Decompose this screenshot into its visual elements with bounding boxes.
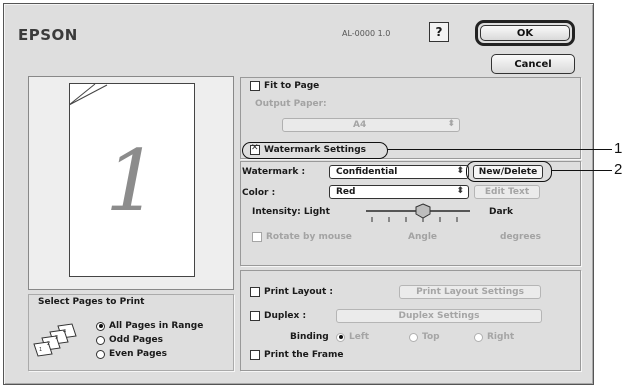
page-preview: 1	[28, 76, 234, 290]
callout-2-number: 2	[614, 161, 623, 178]
intensity-dark-label: Dark	[489, 207, 513, 217]
print-layout-settings-button[interactable]: Print Layout Settings	[399, 285, 541, 299]
print-layout-checkbox[interactable]	[250, 287, 260, 297]
even-pages-radio[interactable]	[96, 349, 105, 359]
slider-thumb[interactable]	[415, 203, 431, 219]
duplex-label: Duplex :	[264, 311, 307, 321]
binding-left-label: Left	[349, 332, 370, 342]
output-paper-label: Output Paper:	[255, 99, 327, 109]
print-frame-option[interactable]: Print the Frame	[250, 350, 343, 360]
callout-1-highlight	[242, 142, 388, 159]
callout-2-leader	[551, 170, 612, 171]
all-pages-radio[interactable]	[96, 321, 105, 331]
print-frame-checkbox[interactable]	[250, 350, 260, 360]
epson-print-dialog: EPSON AL-0000 1.0 ? OK Cancel 1 Fit to P…	[3, 3, 594, 385]
color-label: Color :	[242, 188, 276, 198]
preview-page-number: 1	[105, 132, 159, 230]
odd-pages-label: Odd Pages	[109, 335, 163, 345]
svg-text:4: 4	[63, 329, 66, 335]
binding-top-label: Top	[422, 332, 440, 342]
svg-text:3: 3	[55, 335, 58, 341]
updown-arrows-icon: ⬍	[447, 119, 455, 129]
print-layout-label: Print Layout :	[264, 287, 333, 297]
duplex-settings-button[interactable]: Duplex Settings	[336, 309, 542, 323]
binding-right-label: Right	[487, 332, 515, 342]
even-pages-label: Even Pages	[109, 349, 167, 359]
binding-right-option[interactable]: Right	[474, 332, 514, 342]
odd-pages-option[interactable]: Odd Pages	[96, 335, 163, 345]
intensity-light-label: Intensity: Light	[252, 207, 330, 217]
svg-text:1: 1	[39, 347, 42, 353]
odd-pages-radio[interactable]	[96, 335, 105, 345]
select-pages-title: Select Pages to Print	[36, 297, 147, 307]
duplex-checkbox[interactable]	[250, 311, 260, 321]
binding-label: Binding	[290, 332, 329, 342]
watermark-select[interactable]: Confidential ⬍	[329, 165, 469, 179]
watermark-label: Watermark :	[242, 167, 306, 177]
callout-2-highlight	[466, 161, 552, 182]
rotate-by-mouse-label: Rotate by mouse	[266, 232, 352, 242]
output-paper-select[interactable]: A4 ⬍	[282, 118, 460, 132]
fit-to-page-label: Fit to Page	[264, 81, 320, 91]
angle-label: Angle	[408, 232, 438, 242]
rotate-by-mouse-checkbox[interactable]	[252, 232, 262, 242]
binding-left-option[interactable]: Left	[336, 332, 369, 342]
ok-button[interactable]: OK	[480, 25, 570, 41]
svg-text:2: 2	[47, 341, 50, 347]
even-pages-option[interactable]: Even Pages	[96, 349, 167, 359]
help-button[interactable]: ?	[429, 22, 449, 42]
duplex-option[interactable]: Duplex :	[250, 311, 306, 321]
cancel-button[interactable]: Cancel	[491, 54, 575, 74]
binding-top-radio[interactable]	[409, 332, 418, 342]
color-select[interactable]: Red ⬍	[329, 185, 469, 199]
rotate-by-mouse-option[interactable]: Rotate by mouse	[252, 232, 352, 242]
page-corner-fold-icon	[69, 83, 108, 106]
binding-left-radio[interactable]	[336, 332, 345, 342]
intensity-slider[interactable]	[362, 202, 474, 224]
updown-arrows-icon: ⬍	[456, 186, 464, 196]
watermark-value: Confidential	[336, 167, 398, 177]
color-value: Red	[336, 187, 356, 197]
all-pages-option[interactable]: All Pages in Range	[96, 321, 203, 331]
all-pages-label: All Pages in Range	[109, 321, 204, 331]
printer-model-label: AL-0000 1.0	[342, 29, 391, 38]
binding-right-radio[interactable]	[474, 332, 483, 342]
fit-to-page-option[interactable]: Fit to Page	[250, 81, 319, 91]
output-paper-value: A4	[353, 120, 367, 130]
print-layout-option[interactable]: Print Layout :	[250, 287, 333, 297]
brand-logo: EPSON	[18, 26, 78, 44]
ok-button-ring: OK	[475, 20, 575, 46]
help-icon: ?	[435, 25, 443, 39]
fit-to-page-checkbox[interactable]	[250, 81, 260, 91]
updown-arrows-icon: ⬍	[456, 166, 464, 176]
binding-top-option[interactable]: Top	[409, 332, 440, 342]
edit-text-button[interactable]: Edit Text	[474, 185, 540, 199]
callout-1-number: 1	[614, 140, 623, 157]
callout-1-leader	[387, 149, 612, 150]
degrees-label: degrees	[500, 232, 541, 242]
preview-page: 1	[69, 83, 195, 277]
print-frame-label: Print the Frame	[264, 350, 344, 360]
pages-stack-icon: 4 3 2 1	[33, 323, 77, 357]
